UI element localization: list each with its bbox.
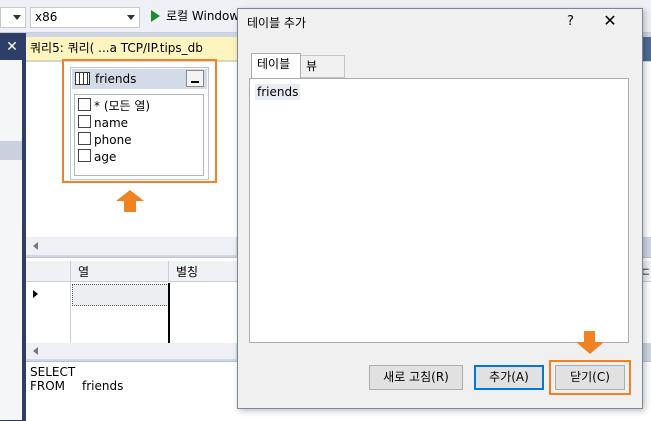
tab-label: 테이블: [257, 57, 291, 71]
row-pointer-icon: [33, 290, 38, 298]
column-label: * (모든 열): [94, 99, 151, 113]
refresh-button[interactable]: 새로 고침(R): [369, 365, 463, 390]
platform-dropdown[interactable]: x86: [30, 7, 140, 28]
config-dropdown[interactable]: [0, 7, 26, 28]
sql-from: FROM: [30, 379, 66, 393]
dialog-title: 테이블 추가: [247, 16, 307, 30]
criteria-header-row: [26, 261, 238, 282]
checkbox[interactable]: [78, 132, 91, 145]
help-icon[interactable]: ?: [567, 14, 574, 30]
header-column: 열: [78, 265, 90, 279]
left-panel: [0, 60, 22, 420]
tab-views[interactable]: 뷰: [300, 55, 345, 78]
grid-divider: [70, 261, 71, 343]
query-tab-title[interactable]: 쿼리5: 쿼리( ...a TCP/IP.tips_db: [30, 40, 203, 56]
arrow-up-shaft: [124, 201, 136, 212]
sql-select: SELECT: [30, 365, 76, 379]
arrow-down-shaft: [584, 331, 595, 342]
chevron-down-icon: [127, 15, 135, 20]
arrow-up-icon: [116, 190, 144, 201]
table-widget-name: friends: [95, 72, 137, 86]
selected-grid-cell[interactable]: [72, 284, 169, 306]
header-alias: 별칭: [176, 265, 199, 279]
cell-separator: [168, 283, 170, 343]
left-panel-selected-row[interactable]: [0, 141, 22, 160]
close-button[interactable]: 닫기(C): [555, 365, 625, 390]
add-button[interactable]: 추가(A): [474, 365, 544, 390]
column-item-all[interactable]: * (모든 열): [78, 98, 150, 114]
scroll-left-icon[interactable]: [33, 347, 38, 355]
close-icon[interactable]: ✕: [3, 38, 21, 56]
column-label: age: [94, 150, 117, 164]
column-item-name[interactable]: name: [78, 115, 128, 131]
list-item[interactable]: friends: [255, 84, 301, 100]
tab-label: 뷰: [306, 59, 318, 73]
checkbox[interactable]: [78, 149, 91, 162]
sql-from-table: friends: [82, 379, 124, 393]
column-label: phone: [94, 133, 132, 147]
checkbox[interactable]: [78, 115, 91, 128]
chevron-down-icon: [13, 15, 21, 20]
column-label: name: [94, 116, 129, 130]
run-target-label[interactable]: 로컬 Window: [166, 7, 239, 26]
arrow-down-icon: [576, 342, 604, 354]
close-icon[interactable]: ✕: [601, 11, 619, 31]
column-item-phone[interactable]: phone: [78, 132, 132, 148]
minimize-icon[interactable]: [186, 70, 204, 87]
tab-tables[interactable]: 테이블: [251, 53, 301, 78]
table-grid-icon: [75, 72, 90, 85]
column-item-age[interactable]: age: [78, 149, 116, 165]
play-icon[interactable]: [151, 10, 160, 22]
checkbox[interactable]: [78, 98, 91, 111]
table-list[interactable]: [249, 78, 629, 343]
scroll-left-icon[interactable]: [33, 242, 38, 250]
platform-value: x86: [35, 10, 58, 24]
grid-divider: [168, 261, 169, 282]
grid-hscrollbar[interactable]: [26, 343, 236, 359]
diagram-hscrollbar[interactable]: [26, 237, 236, 255]
